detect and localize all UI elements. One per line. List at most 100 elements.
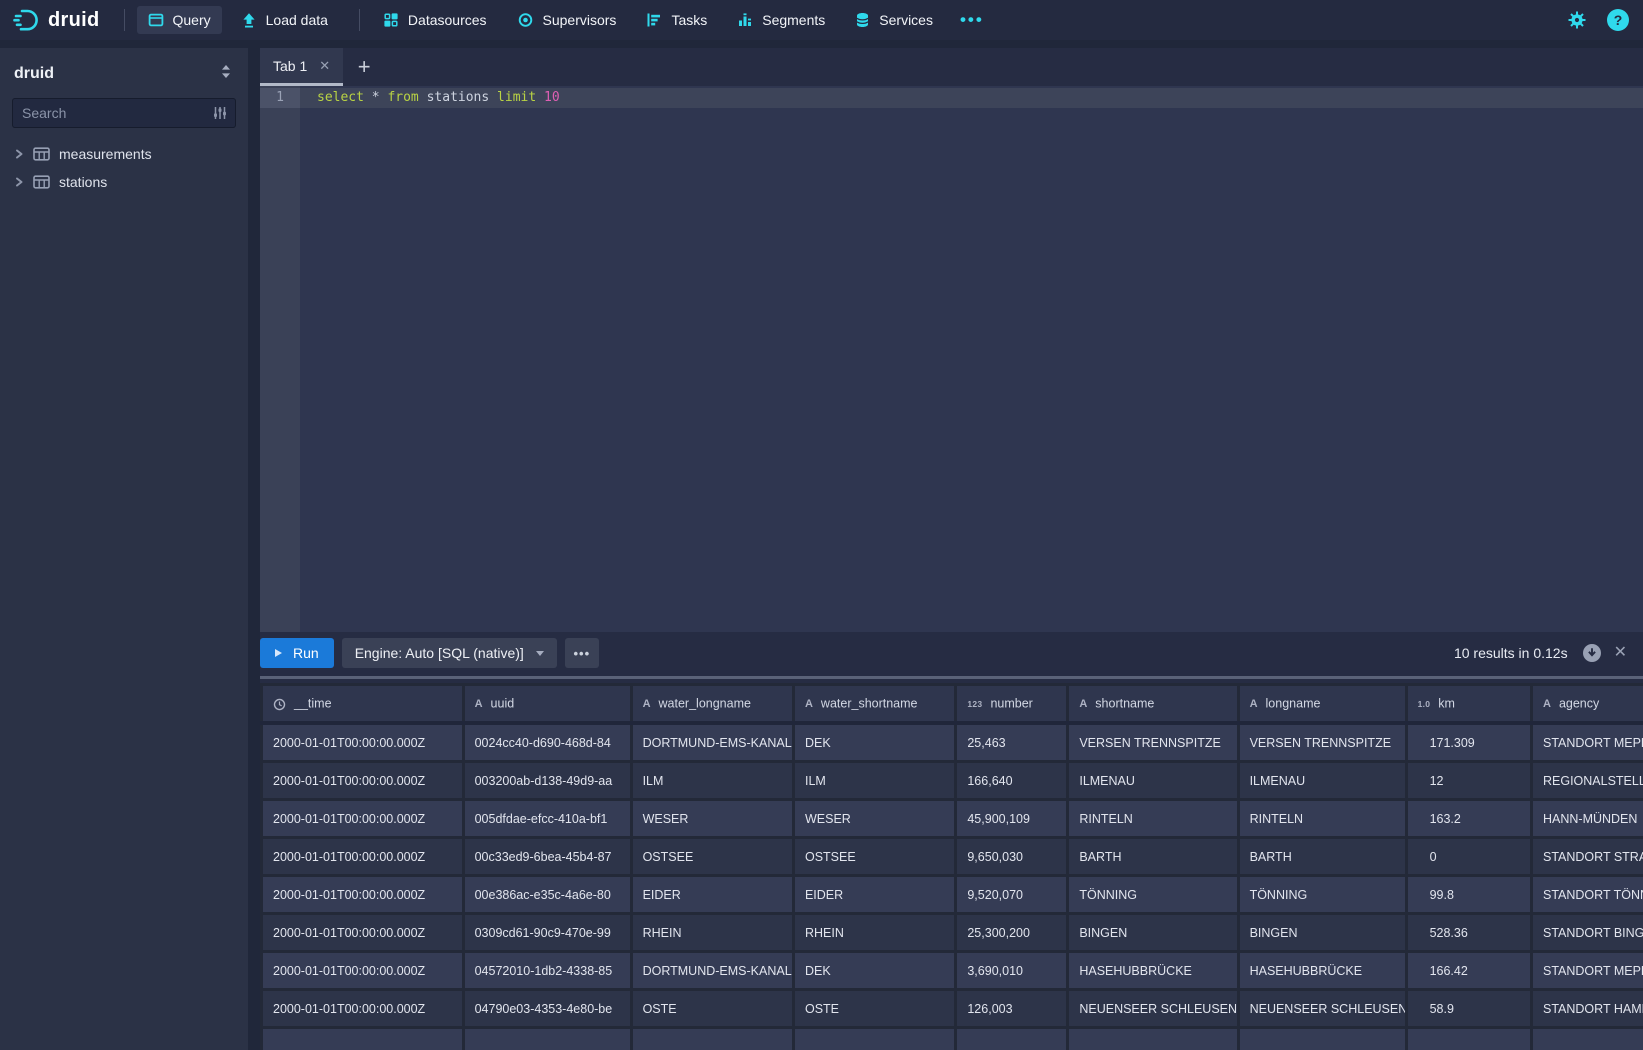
cell-number[interactable]: 9,650,030 bbox=[956, 838, 1068, 876]
cell-uuid[interactable] bbox=[463, 1028, 631, 1050]
new-tab-button[interactable]: + bbox=[343, 48, 385, 86]
cell-water_shortname[interactable]: WESER bbox=[793, 800, 955, 838]
cell-agency[interactable]: HANN-MÜNDEN bbox=[1531, 800, 1643, 838]
column-header-agency[interactable]: Aagency bbox=[1531, 685, 1643, 724]
cell-agency[interactable]: REGIONALSTELLE SUHL bbox=[1531, 762, 1643, 800]
cell-uuid[interactable]: 005dfdae-efcc-410a-bf1 bbox=[463, 800, 631, 838]
cell-__time[interactable]: 2000-01-01T00:00:00.000Z bbox=[262, 990, 464, 1028]
cell-km[interactable]: 171.309 bbox=[1406, 723, 1531, 762]
cell-longname[interactable]: VERSEN TRENNSPITZE bbox=[1238, 723, 1406, 762]
column-header-__time[interactable]: __time bbox=[262, 685, 464, 724]
cell-agency[interactable] bbox=[1531, 1028, 1643, 1050]
cell-km[interactable]: 163.2 bbox=[1406, 800, 1531, 838]
cell-shortname[interactable]: ILMENAU bbox=[1068, 762, 1238, 800]
cell-number[interactable]: 9,520,070 bbox=[956, 876, 1068, 914]
cell-longname[interactable]: BINGEN bbox=[1238, 914, 1406, 952]
download-results-icon[interactable] bbox=[1582, 643, 1602, 663]
cell-km[interactable] bbox=[1406, 1028, 1531, 1050]
cell-uuid[interactable]: 04790e03-4353-4e80-be bbox=[463, 990, 631, 1028]
nav-item-segments[interactable]: Segments bbox=[726, 6, 836, 34]
run-button[interactable]: Run bbox=[260, 638, 334, 668]
cell-water_longname[interactable]: OSTSEE bbox=[631, 838, 793, 876]
nav-more-button[interactable]: ••• bbox=[952, 10, 992, 30]
column-header-shortname[interactable]: Ashortname bbox=[1068, 685, 1238, 724]
tab-close-icon[interactable]: ✕ bbox=[319, 59, 330, 72]
nav-item-datasources[interactable]: Datasources bbox=[372, 6, 498, 34]
cell-number[interactable]: 25,300,200 bbox=[956, 914, 1068, 952]
cell-water_shortname[interactable]: DEK bbox=[793, 952, 955, 990]
cell-longname[interactable]: TÖNNING bbox=[1238, 876, 1406, 914]
cell-shortname[interactable]: HASEHUBBRÜCKE bbox=[1068, 952, 1238, 990]
cell-number[interactable]: 3,690,010 bbox=[956, 952, 1068, 990]
cell-uuid[interactable]: 04572010-1db2-4338-85 bbox=[463, 952, 631, 990]
cell-uuid[interactable]: 0024cc40-d690-468d-84 bbox=[463, 723, 631, 762]
cell-shortname[interactable]: RINTELN bbox=[1068, 800, 1238, 838]
cell-uuid[interactable]: 003200ab-d138-49d9-aa bbox=[463, 762, 631, 800]
cell-__time[interactable]: 2000-01-01T00:00:00.000Z bbox=[262, 952, 464, 990]
cell-agency[interactable]: STANDORT MEPPEN bbox=[1531, 952, 1643, 990]
cell-agency[interactable]: STANDORT STRALSUND bbox=[1531, 838, 1643, 876]
nav-item-services[interactable]: Services bbox=[844, 6, 944, 34]
cell-__time[interactable] bbox=[262, 1028, 464, 1050]
cell-water_longname[interactable]: DORTMUND-EMS-KANAL bbox=[631, 952, 793, 990]
cell-agency[interactable]: STANDORT TÖNNING bbox=[1531, 876, 1643, 914]
cell-number[interactable]: 126,003 bbox=[956, 990, 1068, 1028]
engine-select[interactable]: Engine: Auto [SQL (native)] bbox=[342, 638, 557, 668]
cell-uuid[interactable]: 00e386ac-e35c-4a6e-80 bbox=[463, 876, 631, 914]
column-header-water_shortname[interactable]: Awater_shortname bbox=[793, 685, 955, 724]
settings-gear-icon[interactable] bbox=[1567, 10, 1587, 30]
cell-water_shortname[interactable]: OSTSEE bbox=[793, 838, 955, 876]
cell-km[interactable]: 0 bbox=[1406, 838, 1531, 876]
cell-shortname[interactable]: VERSEN TRENNSPITZE bbox=[1068, 723, 1238, 762]
cell-longname[interactable]: ILMENAU bbox=[1238, 762, 1406, 800]
help-icon[interactable]: ? bbox=[1607, 9, 1629, 31]
cell-shortname[interactable]: TÖNNING bbox=[1068, 876, 1238, 914]
cell-shortname[interactable]: NEUENSEER SCHLEUSEN bbox=[1068, 990, 1238, 1028]
cell-number[interactable]: 166,640 bbox=[956, 762, 1068, 800]
cell-longname[interactable]: RINTELN bbox=[1238, 800, 1406, 838]
sql-code-line[interactable]: select * from stations limit 10 bbox=[317, 88, 560, 108]
close-results-icon[interactable]: ✕ bbox=[1614, 645, 1627, 661]
cell-number[interactable]: 25,463 bbox=[956, 723, 1068, 762]
cell-longname[interactable]: HASEHUBBRÜCKE bbox=[1238, 952, 1406, 990]
cell-shortname[interactable]: BINGEN bbox=[1068, 914, 1238, 952]
cell-water_longname[interactable] bbox=[631, 1028, 793, 1050]
cell-km[interactable]: 166.42 bbox=[1406, 952, 1531, 990]
cell-water_longname[interactable]: DORTMUND-EMS-KANAL bbox=[631, 723, 793, 762]
column-header-number[interactable]: 123number bbox=[956, 685, 1068, 724]
brand-wordmark[interactable]: druid bbox=[48, 9, 100, 32]
tree-item-measurements[interactable]: measurements bbox=[0, 140, 248, 168]
cell-__time[interactable]: 2000-01-01T00:00:00.000Z bbox=[262, 762, 464, 800]
cell-__time[interactable]: 2000-01-01T00:00:00.000Z bbox=[262, 723, 464, 762]
cell-longname[interactable]: BARTH bbox=[1238, 838, 1406, 876]
column-header-longname[interactable]: Alongname bbox=[1238, 685, 1406, 724]
search-input[interactable] bbox=[12, 98, 236, 128]
druid-logo-icon[interactable] bbox=[12, 7, 42, 33]
cell-shortname[interactable]: BARTH bbox=[1068, 838, 1238, 876]
cell-shortname[interactable] bbox=[1068, 1028, 1238, 1050]
cell-longname[interactable]: NEUENSEER SCHLEUSEN bbox=[1238, 990, 1406, 1028]
cell-agency[interactable]: STANDORT HAMBURG bbox=[1531, 990, 1643, 1028]
column-header-water_longname[interactable]: Awater_longname bbox=[631, 685, 793, 724]
nav-item-query[interactable]: Query bbox=[137, 6, 222, 34]
cell-agency[interactable]: STANDORT BINGEN bbox=[1531, 914, 1643, 952]
cell-uuid[interactable]: 00c33ed9-6bea-45b4-87 bbox=[463, 838, 631, 876]
cell-water_longname[interactable]: OSTE bbox=[631, 990, 793, 1028]
cell-water_shortname[interactable]: OSTE bbox=[793, 990, 955, 1028]
cell-__time[interactable]: 2000-01-01T00:00:00.000Z bbox=[262, 800, 464, 838]
schema-selector[interactable]: druid bbox=[0, 48, 248, 98]
cell-km[interactable]: 99.8 bbox=[1406, 876, 1531, 914]
cell-water_longname[interactable]: ILM bbox=[631, 762, 793, 800]
cell-water_longname[interactable]: RHEIN bbox=[631, 914, 793, 952]
cell-number[interactable]: 45,900,109 bbox=[956, 800, 1068, 838]
cell-water_shortname[interactable] bbox=[793, 1028, 955, 1050]
cell-__time[interactable]: 2000-01-01T00:00:00.000Z bbox=[262, 838, 464, 876]
cell-water_shortname[interactable]: RHEIN bbox=[793, 914, 955, 952]
cell-water_longname[interactable]: EIDER bbox=[631, 876, 793, 914]
nav-item-supervisors[interactable]: Supervisors bbox=[506, 6, 628, 34]
cell-water_shortname[interactable]: DEK bbox=[793, 723, 955, 762]
cell-water_longname[interactable]: WESER bbox=[631, 800, 793, 838]
cell-km[interactable]: 528.36 bbox=[1406, 914, 1531, 952]
column-header-km[interactable]: 1.0km bbox=[1406, 685, 1531, 724]
cell-km[interactable]: 58.9 bbox=[1406, 990, 1531, 1028]
